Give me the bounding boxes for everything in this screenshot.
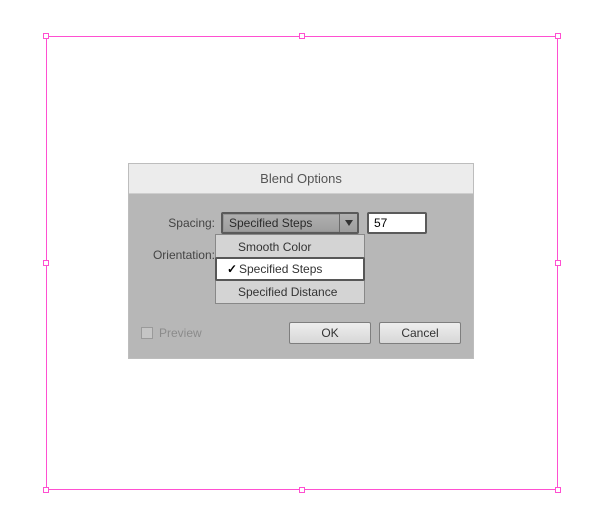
ok-button[interactable]: OK xyxy=(289,322,371,344)
dialog-buttons: OK Cancel xyxy=(289,322,461,344)
resize-handle-bottom-center[interactable] xyxy=(299,487,305,493)
resize-handle-bottom-left[interactable] xyxy=(43,487,49,493)
orientation-label: Orientation: xyxy=(141,248,221,262)
spacing-dropdown-options: Smooth Color ✓ Specified Steps Specified… xyxy=(215,234,365,304)
resize-handle-middle-left[interactable] xyxy=(43,260,49,266)
resize-handle-top-right[interactable] xyxy=(555,33,561,39)
canvas: Blend Options Spacing: Specified Steps O… xyxy=(0,0,600,526)
resize-handle-top-left[interactable] xyxy=(43,33,49,39)
check-icon: ✓ xyxy=(225,262,239,276)
dropdown-arrow-icon xyxy=(339,214,357,232)
spacing-value-input[interactable] xyxy=(367,212,427,234)
option-specified-steps[interactable]: ✓ Specified Steps xyxy=(215,257,365,281)
dialog-body: Spacing: Specified Steps Orientation: Sm… xyxy=(129,194,473,358)
option-label: Specified Steps xyxy=(239,262,363,276)
spacing-row: Spacing: Specified Steps xyxy=(141,212,461,234)
dialog-title: Blend Options xyxy=(129,164,473,194)
resize-handle-middle-right[interactable] xyxy=(555,260,561,266)
dialog-footer: Preview OK Cancel xyxy=(141,316,461,344)
option-specified-distance[interactable]: Specified Distance xyxy=(216,280,364,303)
option-label: Specified Distance xyxy=(238,285,364,299)
preview-checkbox-group[interactable]: Preview xyxy=(141,326,289,340)
option-smooth-color[interactable]: Smooth Color xyxy=(216,235,364,258)
resize-handle-top-center[interactable] xyxy=(299,33,305,39)
preview-checkbox[interactable] xyxy=(141,327,153,339)
blend-options-dialog: Blend Options Spacing: Specified Steps O… xyxy=(128,163,474,359)
spacing-dropdown[interactable]: Specified Steps xyxy=(221,212,359,234)
resize-handle-bottom-right[interactable] xyxy=(555,487,561,493)
cancel-button[interactable]: Cancel xyxy=(379,322,461,344)
preview-label: Preview xyxy=(159,326,202,340)
spacing-label: Spacing: xyxy=(141,216,221,230)
option-label: Smooth Color xyxy=(238,240,364,254)
spacing-dropdown-value: Specified Steps xyxy=(223,216,339,230)
